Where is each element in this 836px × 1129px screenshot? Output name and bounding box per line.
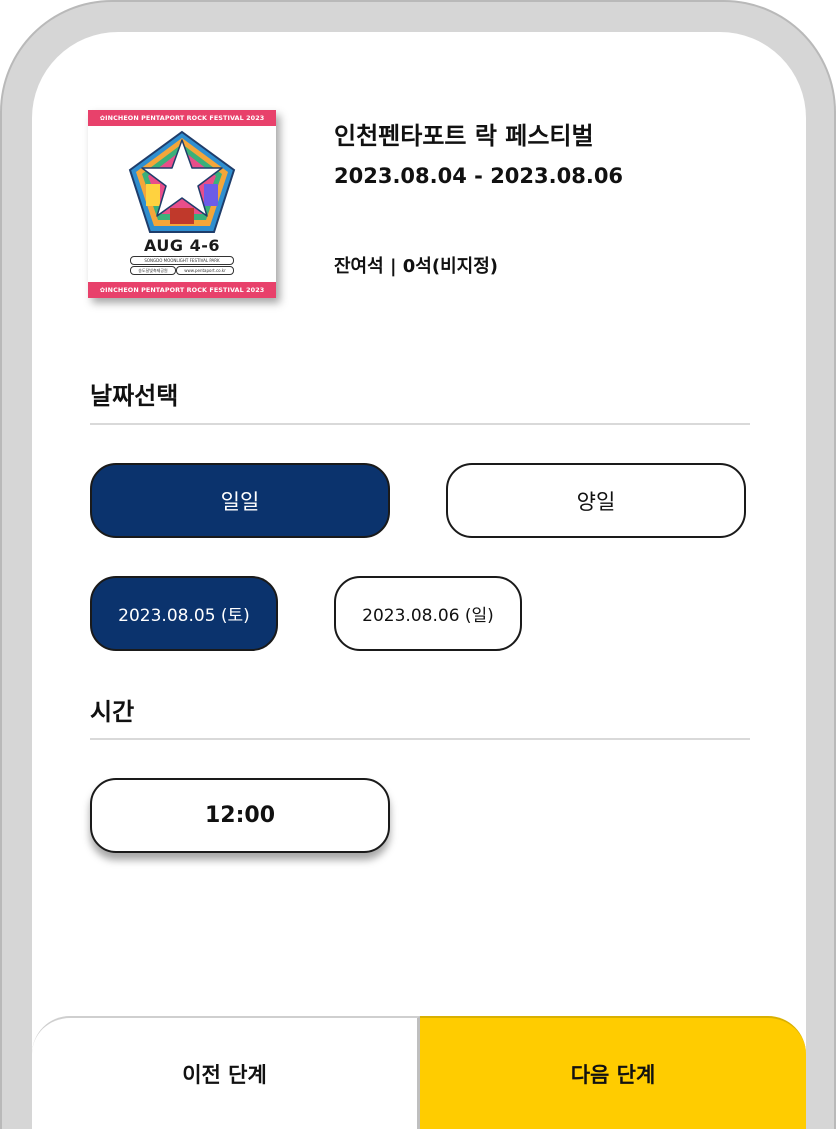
bottom-navigation: 이전 단계 다음 단계 — [32, 1016, 806, 1129]
screen: ✿INCHEON PENTAPORT ROCK FESTIVAL 2023 AU… — [32, 32, 806, 1129]
time-section-divider — [90, 738, 750, 740]
date-section-title: 날짜선택 — [90, 382, 179, 410]
time-option-1200-button[interactable]: 12:00 — [90, 778, 390, 853]
time-section-title: 시간 — [90, 698, 135, 726]
device-frame: ✿INCHEON PENTAPORT ROCK FESTIVAL 2023 AU… — [0, 0, 836, 1129]
poster-url: www.pentaport.co.kr — [176, 266, 234, 275]
ticket-type-two-day-button[interactable]: 양일 — [446, 463, 746, 538]
previous-step-button[interactable]: 이전 단계 — [32, 1016, 420, 1129]
poster-band-top: ✿INCHEON PENTAPORT ROCK FESTIVAL 2023 — [88, 110, 276, 126]
event-title: 인천펜타포트 락 페스티벌 — [334, 122, 594, 150]
date-section-divider — [90, 423, 750, 425]
poster-korean-venue: 송도달빛축제공원 — [130, 266, 176, 275]
star-pentagon-logo-icon — [128, 130, 236, 233]
date-option-0806-button[interactable]: 2023.08.06 (일) — [334, 576, 522, 651]
event-poster: ✿INCHEON PENTAPORT ROCK FESTIVAL 2023 AU… — [88, 110, 276, 298]
poster-band-bottom: ✿INCHEON PENTAPORT ROCK FESTIVAL 2023 — [88, 282, 276, 298]
date-option-0805-button[interactable]: 2023.08.05 (토) — [90, 576, 278, 651]
next-step-button[interactable]: 다음 단계 — [420, 1016, 806, 1129]
remaining-seats: 잔여석 | 0석(비지정) — [334, 256, 499, 277]
event-dates: 2023.08.04 - 2023.08.06 — [334, 164, 624, 188]
poster-date: AUG 4-6 — [144, 236, 220, 255]
ticket-type-one-day-button[interactable]: 일일 — [90, 463, 390, 538]
poster-venue: SONGDO MOONLIGHT FESTIVAL PARK — [130, 256, 234, 265]
